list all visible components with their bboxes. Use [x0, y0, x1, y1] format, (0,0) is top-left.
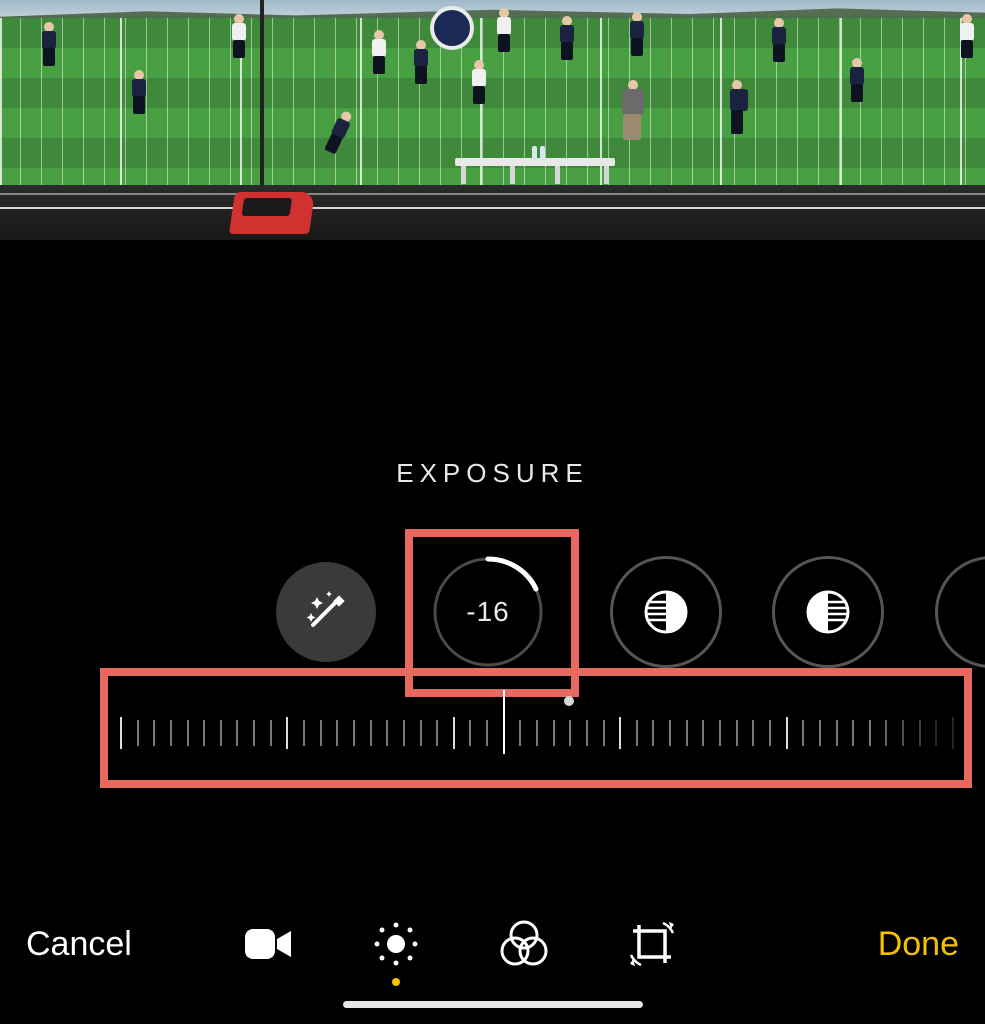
player: [728, 80, 750, 138]
tab-filters[interactable]: [496, 916, 552, 972]
player: [470, 60, 488, 104]
camera-stand: [260, 0, 264, 210]
highlights-icon: [804, 588, 852, 636]
done-button[interactable]: Done: [852, 925, 985, 964]
player: [230, 14, 248, 58]
exposure-button[interactable]: -16: [432, 556, 544, 668]
adjustment-label: EXPOSURE: [0, 458, 985, 489]
video-icon: [243, 925, 293, 963]
wand-icon: [299, 585, 353, 639]
adjustment-options-row[interactable]: -16: [0, 536, 985, 696]
active-tab-indicator: [392, 978, 400, 986]
track-region: [0, 185, 985, 240]
player: [40, 22, 58, 66]
tab-adjust[interactable]: [368, 916, 424, 972]
highlights-button[interactable]: [772, 556, 884, 668]
photo-editor-screen: EXPOSURE -16: [0, 0, 985, 1024]
home-indicator[interactable]: [343, 1001, 643, 1008]
player: [770, 18, 788, 62]
slider-zero-dot: [564, 696, 574, 706]
water-bottle: [532, 146, 537, 160]
auto-enhance-button[interactable]: [276, 562, 376, 662]
photo-preview[interactable]: [0, 0, 985, 240]
filters-icon: [499, 919, 549, 969]
player: [412, 40, 430, 84]
brilliance-icon: [642, 588, 690, 636]
player: [628, 12, 646, 56]
next-adjustment-button[interactable]: [935, 556, 985, 668]
coach: [620, 80, 646, 142]
slider-ticks: [120, 714, 952, 754]
player: [958, 14, 976, 58]
slider-current-indicator: [503, 690, 505, 754]
cancel-button[interactable]: Cancel: [0, 925, 158, 964]
player: [495, 8, 513, 52]
water-bottle: [540, 146, 545, 160]
adjustment-slider[interactable]: [100, 678, 972, 778]
brilliance-button[interactable]: [610, 556, 722, 668]
adjust-icon: [371, 919, 421, 969]
midfield-logo: [430, 6, 474, 50]
tab-crop[interactable]: [624, 916, 680, 972]
sideline-table: [455, 158, 615, 184]
player: [558, 16, 576, 60]
player: [848, 58, 866, 102]
crop-rotate-icon: [627, 919, 677, 969]
equipment-bag: [229, 192, 315, 234]
player: [370, 30, 388, 74]
exposure-progress-ring: [432, 556, 544, 668]
edit-mode-tabs: [240, 916, 680, 972]
player: [130, 70, 148, 114]
bottom-toolbar: Cancel: [0, 904, 985, 984]
tab-video[interactable]: [240, 916, 296, 972]
